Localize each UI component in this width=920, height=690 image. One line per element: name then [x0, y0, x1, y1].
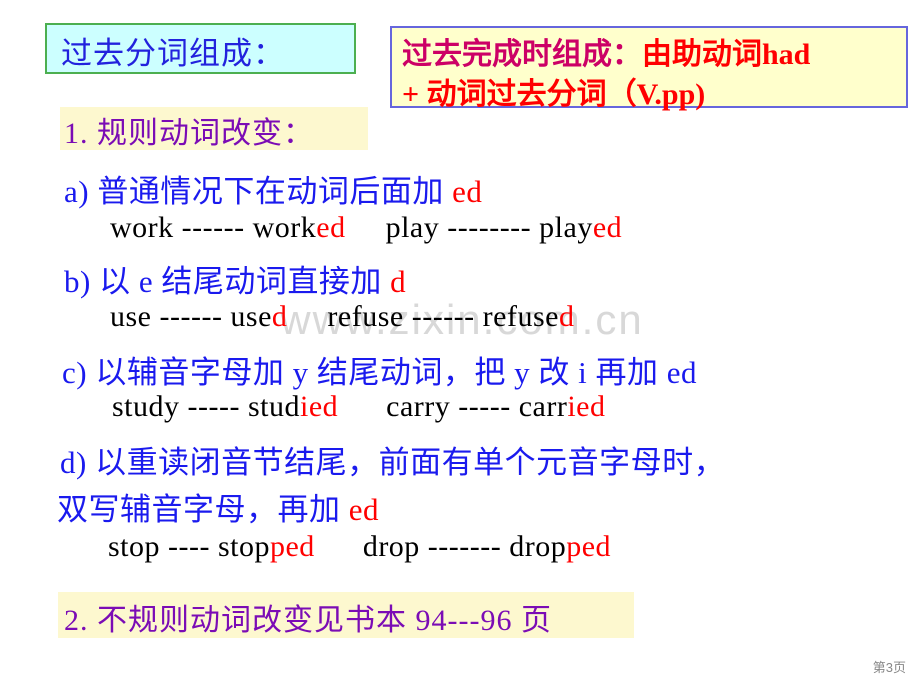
example-gap	[338, 390, 386, 423]
section-1-heading: 1. 规则动词改变：	[60, 107, 368, 150]
rule-d-examples: stop ---- stopped drop ------- dropped	[108, 530, 611, 564]
example-gap	[346, 211, 386, 244]
example-base: study ----- stud	[112, 390, 300, 423]
rule-b-suffix: d	[390, 264, 407, 299]
example-suffix: ped	[566, 530, 612, 563]
rule-a-examples: work ------ worked play -------- played	[110, 211, 622, 245]
rule-d-text-line1: d) 以重读闭音节结尾，前面有单个元音字母时，	[60, 445, 726, 480]
example-gap	[287, 300, 327, 333]
example-base: drop ------- drop	[362, 530, 567, 563]
past-participle-title-box: 过去分词组成：	[45, 23, 356, 74]
rule-b-main: b) 以 e 结尾动词直接加	[64, 264, 391, 299]
rule-c-examples: study ----- studied carry ----- carried	[112, 390, 605, 424]
example-suffix: ied	[567, 390, 606, 423]
example-suffix: ped	[269, 530, 315, 563]
example-gap	[315, 530, 363, 563]
example-suffix: d	[271, 300, 288, 333]
past-perfect-title-box: 过去完成时组成：由助动词had + 动词过去分词（V.pp)	[390, 26, 908, 111]
past-perfect-title-line1: 过去完成时组成：由助动词had	[402, 29, 810, 73]
rule-d-main: 双写辅音字母，再加	[57, 492, 349, 527]
section-2-heading: 2. 不规则动词改变见书本 94---96 页	[58, 592, 634, 638]
rule-b-examples: use ------ used refuse ------ refused	[110, 300, 574, 334]
example-base: carry ----- carr	[386, 390, 568, 423]
rule-d-suffix: ed	[348, 492, 380, 527]
example-base: refuse ------ refuse	[327, 300, 559, 333]
example-suffix: d	[558, 300, 575, 333]
rule-a-suffix: ed	[452, 174, 483, 209]
section-1-heading-text: 1. 规则动词改变：	[64, 117, 314, 150]
rule-b-text: b) 以 e 结尾动词直接加 d	[64, 256, 406, 301]
example-base: play -------- play	[385, 211, 593, 244]
example-suffix: ied	[299, 390, 339, 423]
rule-a-main: a) 普通情况下在动词后面加	[64, 174, 453, 209]
example-base: use ------ use	[110, 300, 272, 333]
page-number-label: 第3页	[872, 660, 906, 675]
section-2-heading-text: 2. 不规则动词改变见书本 94---96 页	[64, 604, 552, 637]
past-perfect-title-label: 过去完成时组成：	[402, 38, 642, 71]
past-perfect-title-aux: 由助动词had	[642, 38, 811, 71]
example-base: stop ---- stop	[108, 530, 270, 563]
past-perfect-title-line2: + 动词过去分词（V.pp)	[402, 78, 706, 111]
slide-canvas: www.zixin.com.cn 过去分词组成： 过去完成时组成：由助动词had…	[0, 0, 920, 690]
rule-c-text: c) 以辅音字母加 y 结尾动词，把 y 改 i 再加 ed	[62, 355, 697, 390]
past-participle-title-text: 过去分词组成：	[61, 36, 285, 71]
example-suffix: ed	[592, 211, 623, 244]
rule-d-text-line2: 双写辅音字母，再加 ed	[57, 484, 379, 529]
example-suffix: ed	[316, 211, 346, 244]
rule-a-text: a) 普通情况下在动词后面加 ed	[64, 166, 482, 211]
example-base: work ------ work	[110, 211, 317, 244]
